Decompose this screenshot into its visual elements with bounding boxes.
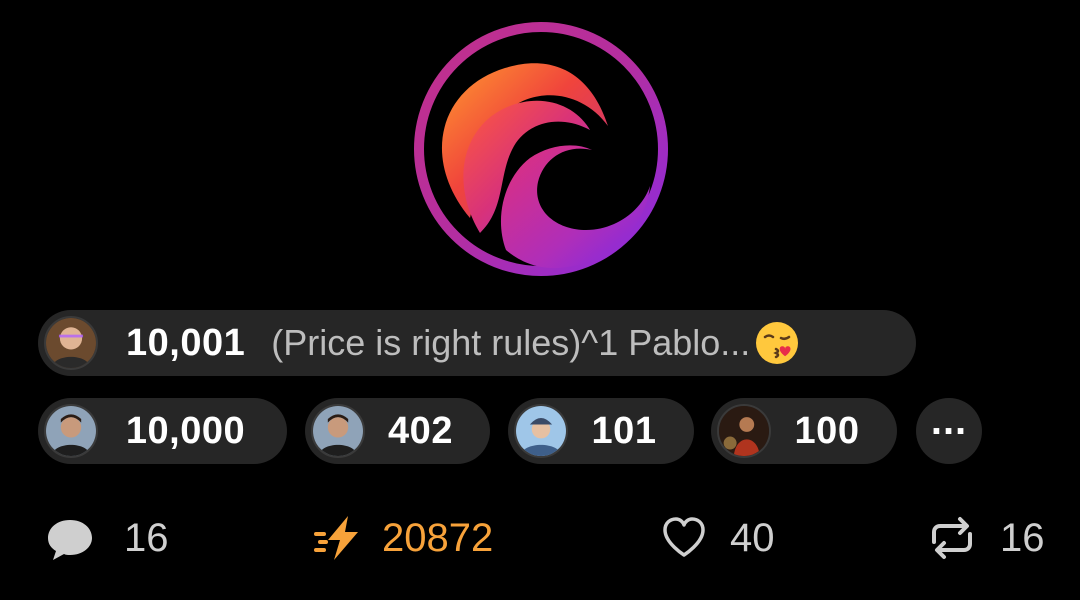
user-avatar-icon[interactable]: [717, 404, 771, 458]
zap-amount: 10,001: [126, 321, 246, 364]
comment-bubble-icon: [48, 520, 92, 560]
user-avatar-icon[interactable]: [44, 404, 98, 458]
zap-pill[interactable]: 402: [305, 398, 490, 464]
zap-comment: (Price is right rules)^1 Pablo...: [271, 322, 751, 363]
reply-count: 16: [124, 515, 169, 560]
like-count: 40: [730, 515, 775, 560]
user-avatar-icon[interactable]: [311, 404, 365, 458]
kissing-face-emoji-icon: [754, 320, 800, 366]
more-icon: ...: [930, 399, 968, 443]
user-avatar-icon[interactable]: [514, 404, 568, 458]
zap-amount: 100: [794, 409, 860, 452]
repost-icon: [932, 517, 972, 559]
zap-pill[interactable]: 10,000: [38, 398, 287, 464]
logo-image: [410, 18, 672, 280]
nostr-wave-logo-icon: [414, 22, 668, 276]
zap-amount: 10,000: [125, 409, 246, 452]
zap-pill[interactable]: 100: [711, 398, 897, 464]
zap-amount: 402: [388, 409, 453, 452]
top-zap-pill[interactable]: 10,001 (Price is right rules)^1 Pablo...: [38, 310, 916, 376]
like-button[interactable]: 40: [660, 506, 775, 570]
reply-button[interactable]: 16: [44, 506, 169, 570]
zap-total: 20872: [382, 515, 494, 560]
lightning-bolt-icon: [314, 516, 358, 560]
repost-count: 16: [1000, 515, 1045, 560]
zap-pill[interactable]: 101: [508, 398, 694, 464]
action-bar: 16 20872 40 16: [0, 506, 1080, 570]
zap-amount: 101: [591, 409, 657, 452]
repost-button[interactable]: 16: [926, 506, 1045, 570]
user-avatar-icon[interactable]: [44, 316, 98, 370]
heart-icon: [663, 517, 705, 557]
more-zaps-button[interactable]: ...: [916, 398, 982, 464]
zap-button[interactable]: 20872: [312, 506, 493, 570]
